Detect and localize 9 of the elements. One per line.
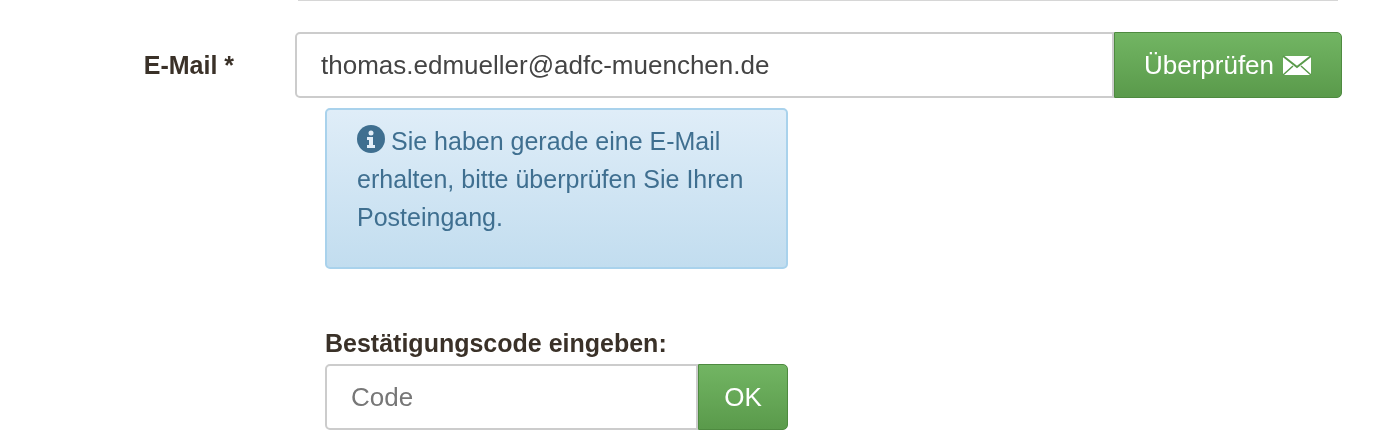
envelope-icon (1282, 54, 1313, 76)
code-field[interactable]: Code (325, 364, 698, 430)
verify-button[interactable]: Überprüfen (1114, 32, 1342, 98)
alert-message: Sie haben gerade eine E-Mail erhalten, bitte überprüfen Sie Ihren Posteingang. (357, 124, 745, 233)
info-icon (357, 125, 385, 153)
ok-button[interactable]: OK (698, 364, 788, 430)
field-label: Bestätigungscode eingeben: (325, 329, 668, 358)
field-label: E-Mail * (143, 50, 235, 81)
email-field[interactable]: thomas.edmueller@adfc-muenchen.de (295, 32, 1114, 98)
